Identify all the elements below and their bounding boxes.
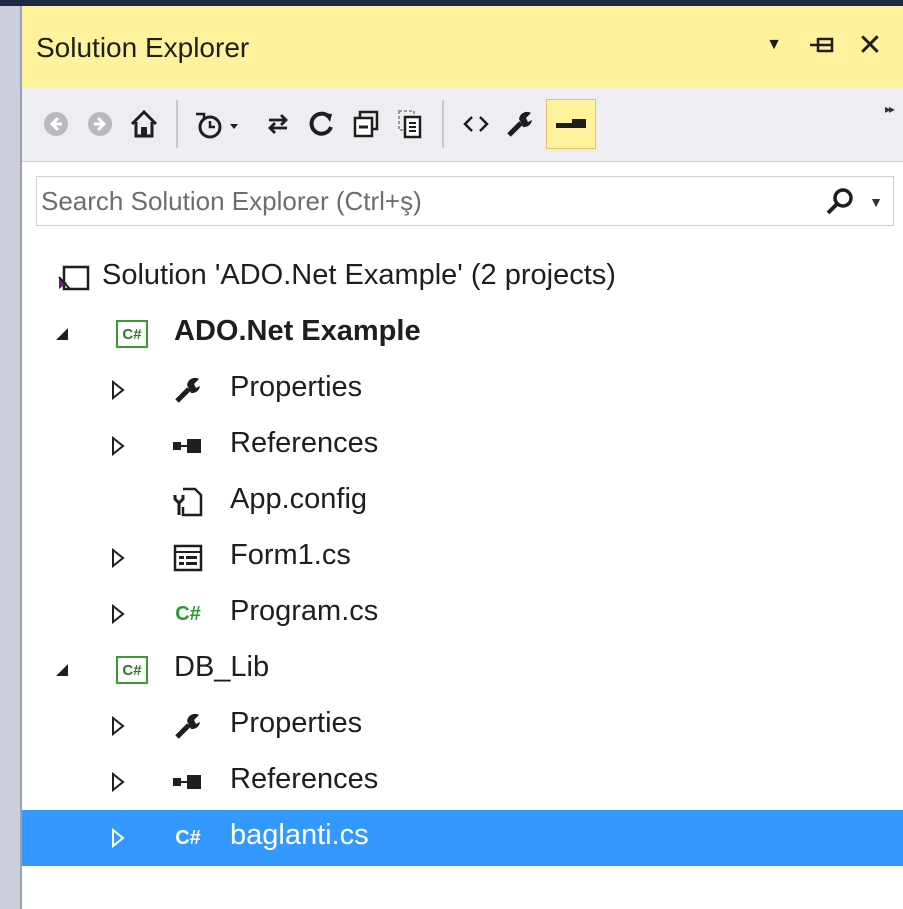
tree-node-solution[interactable]: Solution 'ADO.Net Example' (2 projects) [22,250,903,306]
expand-arrow-icon[interactable] [106,597,130,631]
close-icon[interactable]: ✕ [855,28,885,62]
form-file-icon [168,538,208,578]
tree-node-references[interactable]: References [22,418,903,474]
search-options-dropdown-icon[interactable]: ▼ [863,185,889,219]
tree-node-program[interactable]: C# Program.cs [22,586,903,642]
tree-node-label: baglanti.cs [230,819,369,851]
properties-icon[interactable] [500,102,540,146]
csharp-project-icon: C# [112,650,152,690]
expand-arrow-icon[interactable] [106,709,130,743]
tree-node-label: ADO.Net Example [174,315,421,347]
tree-node-label: Properties [230,707,363,739]
references-icon [168,762,208,802]
window-position-dropdown-icon[interactable]: ▼ [759,28,789,62]
collapse-all-icon[interactable] [346,102,386,146]
expand-arrow-icon[interactable] [106,373,130,407]
search-icon[interactable] [823,185,857,219]
references-icon [168,426,208,466]
search-box: ▼ [36,176,894,226]
title-controls: ▼ ✕ [759,28,885,62]
csharp-project-icon: C# [112,314,152,354]
tree-node-label: References [230,427,379,459]
tree-node-label: Solution 'ADO.Net Example' (2 projects) [102,259,616,291]
expand-arrow-icon[interactable] [106,541,130,575]
tree-node-label: DB_Lib [174,651,270,683]
tree-node-label: Properties [230,371,363,403]
tree-node-project[interactable]: C# ADO.Net Example [22,306,903,362]
view-code-icon[interactable] [456,102,496,146]
expand-arrow-icon[interactable] [106,429,130,463]
tree-node-label: Form1.cs [230,539,351,571]
show-all-files-icon[interactable] [390,102,430,146]
back-icon[interactable] [36,102,76,146]
solution-icon [54,258,94,298]
tree-node-label: App.config [230,483,368,515]
wrench-icon [168,706,208,746]
csharp-file-icon: C# [175,602,201,625]
tree-node-project[interactable]: C# DB_Lib [22,642,903,698]
tree-node-baglanti[interactable]: C# baglanti.cs [22,810,903,866]
collapse-arrow-icon[interactable] [50,317,74,351]
search-input[interactable] [37,177,801,225]
expand-arrow-icon[interactable] [106,821,130,855]
tree-node-form1[interactable]: Form1.cs [22,530,903,586]
home-icon[interactable] [124,102,164,146]
collapse-arrow-icon[interactable] [50,653,74,687]
wrench-icon [168,370,208,410]
tree-node-app-config[interactable]: App.config [22,474,903,530]
pending-changes-filter-icon[interactable] [190,102,246,146]
tree-node-label: Program.cs [230,595,379,627]
toolbar-separator [442,100,444,148]
tree-node-label: References [230,763,379,795]
csharp-file-icon: C# [175,826,201,849]
title-bar: Solution Explorer ▼ ✕ [22,6,903,88]
tree-node-properties[interactable]: Properties [22,362,903,418]
toolbar-overflow-icon[interactable]: ▸▸ [885,102,895,116]
panel-title: Solution Explorer [36,32,250,63]
toolbar-separator [176,100,178,148]
config-file-icon [168,482,208,522]
expand-arrow-icon[interactable] [106,765,130,799]
tree-node-references[interactable]: References [22,754,903,810]
tree-node-properties[interactable]: Properties [22,698,903,754]
solution-explorer-panel: Solution Explorer ▼ ✕ ▸▸ Search Solution… [20,6,903,909]
toolbar: ▸▸ [22,88,903,162]
preview-selected-items-icon[interactable] [546,99,596,149]
sync-with-active-document-icon[interactable] [258,102,298,146]
auto-hide-pin-icon[interactable] [807,28,837,62]
forward-icon[interactable] [80,102,120,146]
refresh-icon[interactable] [302,102,342,146]
